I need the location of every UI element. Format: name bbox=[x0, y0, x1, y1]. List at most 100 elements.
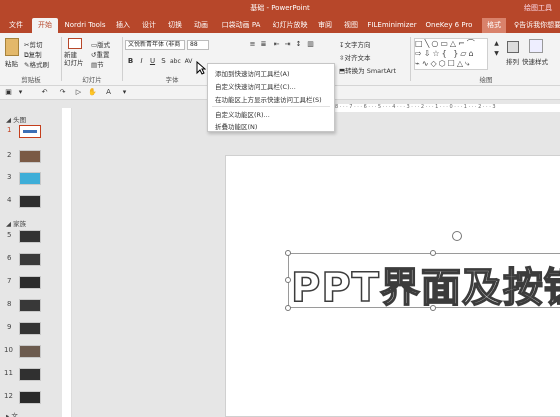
redo-icon[interactable]: ↷ bbox=[58, 88, 67, 97]
tab-pocket-animation[interactable]: 口袋动画 PA bbox=[216, 18, 266, 33]
slide-thumbnail[interactable] bbox=[19, 172, 41, 185]
section-header-family[interactable]: ◢ 家族 bbox=[6, 218, 26, 228]
section-label: 家族 bbox=[13, 220, 27, 228]
arrange-icon[interactable] bbox=[507, 41, 519, 53]
slide-number: 11 bbox=[4, 369, 13, 377]
section-label: 头图 bbox=[13, 116, 27, 124]
slide-number: 6 bbox=[7, 254, 12, 262]
format-painter-label: 格式刷 bbox=[29, 61, 49, 69]
italic-icon[interactable]: I bbox=[137, 57, 146, 66]
tab-insert[interactable]: 插入 bbox=[112, 18, 134, 33]
layout-button[interactable]: ▭版式 bbox=[91, 39, 110, 49]
paste-icon[interactable] bbox=[5, 38, 19, 56]
reset-button[interactable]: ↺重置 bbox=[91, 49, 109, 59]
rotate-handle-icon[interactable] bbox=[452, 231, 462, 241]
customize-qat-icon[interactable]: ▾ bbox=[120, 88, 129, 97]
quick-styles-icon[interactable] bbox=[529, 39, 543, 53]
font-size-combo[interactable]: 88 bbox=[187, 40, 209, 50]
decrease-indent-icon[interactable]: ⇤ bbox=[272, 40, 281, 49]
title-bar: 基础 - PowerPoint 绘图工具 bbox=[0, 0, 560, 14]
tab-format[interactable]: 格式 bbox=[482, 18, 506, 33]
tab-fileminimizer[interactable]: FILEminimizer bbox=[366, 18, 418, 33]
gallery-scroll-down-icon[interactable]: ▼ bbox=[492, 49, 501, 58]
cut-button[interactable]: ✂剪切 bbox=[24, 39, 42, 49]
shapes-gallery[interactable]: □╲○▭△⌐⌒ ⇨⇩☆{ }▱⌂ ⌁∿◇⬡☐△⤷ bbox=[414, 38, 488, 70]
tell-me-search[interactable]: ♀告诉我你想要 bbox=[514, 18, 560, 33]
bullets-icon[interactable]: ≡ bbox=[248, 40, 257, 49]
resize-handle[interactable] bbox=[285, 250, 291, 256]
tab-review[interactable]: 审阅 bbox=[314, 18, 336, 33]
section-button[interactable]: ▤节 bbox=[91, 59, 104, 69]
quick-styles-button[interactable]: 快速样式 bbox=[522, 56, 548, 66]
align-text-button[interactable]: ⇳对齐文本 bbox=[339, 52, 370, 62]
character-spacing-icon[interactable]: AV bbox=[184, 57, 193, 66]
menu-item-add-to-qat[interactable]: 添加到快速访问工具栏(A) bbox=[215, 68, 290, 78]
section-header-title[interactable]: ◢ 头图 bbox=[6, 114, 26, 124]
shadow-icon[interactable]: S bbox=[159, 57, 168, 66]
columns-icon[interactable]: ▥ bbox=[306, 40, 315, 49]
slide-number: 8 bbox=[7, 300, 12, 308]
slide-thumbnail[interactable] bbox=[19, 195, 41, 208]
slide-thumbnail[interactable] bbox=[19, 230, 41, 243]
slide-thumbnail[interactable] bbox=[19, 276, 41, 289]
horizontal-ruler: 8 · · · 7 · · · 6 · · · 5 · · · 4 · · · … bbox=[335, 104, 560, 112]
font-color-icon[interactable]: A bbox=[104, 88, 113, 97]
text-direction-button[interactable]: ↧文字方向 bbox=[339, 39, 370, 49]
slide-number: 7 bbox=[7, 277, 12, 285]
window-title: 基础 - PowerPoint bbox=[250, 4, 310, 12]
slide-thumbnail[interactable] bbox=[19, 368, 41, 381]
save-icon[interactable]: ▣ bbox=[4, 88, 13, 97]
slide-thumbnail[interactable] bbox=[19, 125, 41, 138]
tab-animations[interactable]: 动画 bbox=[190, 18, 212, 33]
divider bbox=[122, 37, 123, 81]
slide-thumbnail[interactable] bbox=[19, 299, 41, 312]
menu-item-collapse-ribbon[interactable]: 折叠功能区(N) bbox=[215, 121, 257, 131]
smartart-button[interactable]: ⬒转换为 SmartArt bbox=[339, 65, 396, 75]
tab-view[interactable]: 视图 bbox=[340, 18, 362, 33]
tab-nordri-tools[interactable]: Nordri Tools bbox=[62, 18, 108, 33]
format-painter-button[interactable]: ✎格式刷 bbox=[24, 59, 49, 69]
resize-handle[interactable] bbox=[285, 305, 291, 311]
slide-title-text[interactable]: PPT界面及按钮认 bbox=[290, 255, 560, 313]
new-slide-icon[interactable] bbox=[68, 38, 82, 49]
smartart-label: 转换为 SmartArt bbox=[345, 67, 397, 75]
start-slideshow-icon[interactable]: ▷ bbox=[74, 88, 83, 97]
menu-item-show-qat-above[interactable]: 在功能区上方显示快速访问工具栏(S) bbox=[215, 94, 322, 104]
tab-design[interactable]: 设计 bbox=[138, 18, 160, 33]
slide-thumbnail[interactable] bbox=[19, 322, 41, 335]
arrange-button[interactable]: 排列 bbox=[506, 56, 519, 66]
resize-handle[interactable] bbox=[285, 277, 291, 283]
increase-indent-icon[interactable]: ⇥ bbox=[283, 40, 292, 49]
menu-item-customize-ribbon[interactable]: 自定义功能区(R)... bbox=[215, 109, 270, 119]
tab-slideshow[interactable]: 幻灯片放映 bbox=[270, 18, 310, 33]
tab-onekey[interactable]: OneKey 6 Pro bbox=[422, 18, 476, 33]
slide-thumbnail[interactable] bbox=[19, 391, 41, 404]
undo-icon[interactable]: ↶ bbox=[40, 88, 49, 97]
paste-button[interactable]: 粘贴 bbox=[5, 58, 18, 68]
slide-thumbnail-content bbox=[23, 130, 37, 133]
align-text-label: 对齐文本 bbox=[344, 54, 371, 62]
section-header-more[interactable]: ▸ 文 bbox=[6, 410, 18, 417]
resize-handle[interactable] bbox=[430, 250, 436, 256]
bold-icon[interactable]: B bbox=[126, 57, 135, 66]
font-name-combo[interactable]: 文悦新青年体 (非商 bbox=[125, 40, 185, 50]
line-spacing-icon[interactable]: ↕ bbox=[294, 40, 303, 49]
gallery-scroll-up-icon[interactable]: ▲ bbox=[492, 39, 501, 48]
tab-file[interactable]: 文件 bbox=[4, 18, 28, 33]
underline-icon[interactable]: U bbox=[148, 57, 157, 66]
slide-thumbnail[interactable] bbox=[19, 253, 41, 266]
slide-thumbnail[interactable] bbox=[19, 150, 41, 163]
touch-mode-icon[interactable]: ✋ bbox=[88, 88, 97, 97]
slide-number: 5 bbox=[7, 231, 12, 239]
strikethrough-icon[interactable]: abc bbox=[170, 57, 181, 66]
numbering-icon[interactable]: ≣ bbox=[259, 40, 268, 49]
resize-handle[interactable] bbox=[430, 305, 436, 311]
slide-number: 9 bbox=[7, 323, 12, 331]
menu-item-customize-qat[interactable]: 自定义快速访问工具栏(C)... bbox=[215, 81, 296, 91]
tab-home[interactable]: 开始 bbox=[32, 18, 58, 33]
group-label-slides: 幻灯片 bbox=[82, 76, 102, 84]
tab-transitions[interactable]: 切换 bbox=[164, 18, 186, 33]
slide-thumbnail[interactable] bbox=[19, 345, 41, 358]
dropdown-icon[interactable]: ▾ bbox=[16, 88, 25, 97]
new-slide-button[interactable]: 新建 幻灯片 bbox=[64, 51, 84, 67]
